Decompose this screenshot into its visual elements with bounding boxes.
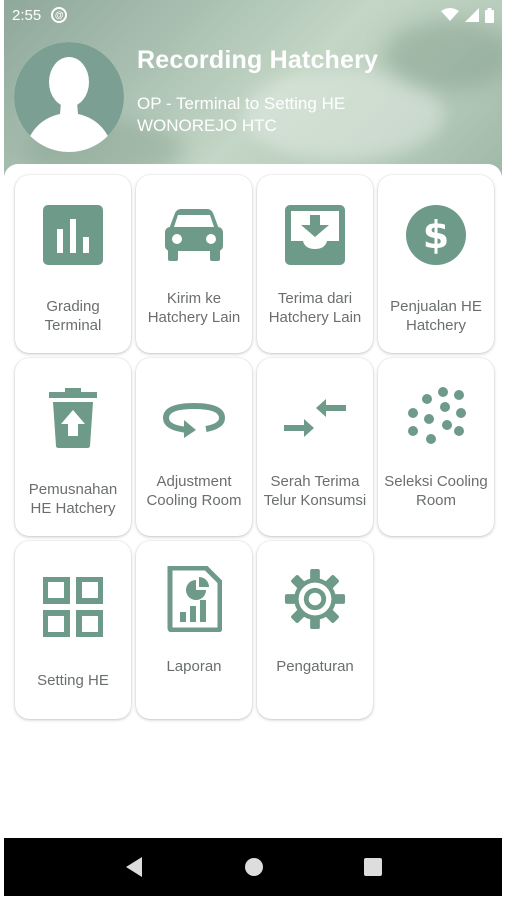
menu-item-label: Grading Terminal (44, 298, 102, 334)
menu-item-label: Pengaturan (276, 658, 354, 675)
home-icon[interactable] (244, 857, 264, 877)
grid-squares-icon (41, 575, 105, 639)
rotate-icon (162, 386, 226, 450)
menu-item-grading-terminal[interactable]: Grading Terminal (15, 175, 131, 353)
menu-item-label: Setting HE (37, 672, 109, 689)
system-navigation-bar (4, 838, 502, 896)
signal-icon (465, 8, 479, 22)
menu-item-label: Adjustment Cooling Room (146, 473, 242, 509)
bar-chart-icon (41, 203, 105, 267)
status-bar: 2:55 @ (0, 0, 506, 30)
wifi-icon (441, 8, 459, 21)
menu-item-kirim-ke-hatchery-lain[interactable]: Kirim ke Hatchery Lain (136, 175, 252, 353)
svg-text:$: $ (423, 213, 449, 257)
report-icon (162, 566, 226, 632)
menu-item-terima-dari-hatchery-lain[interactable]: Terima dari Hatchery Lain (257, 175, 373, 353)
menu-item-pengaturan[interactable]: Pengaturan (257, 541, 373, 719)
subtitle-line-2: WONOREJO HTC (137, 116, 277, 135)
menu-item-label: Laporan (166, 658, 222, 675)
menu-item-laporan[interactable]: Laporan (136, 541, 252, 719)
car-icon (162, 203, 226, 267)
dots-grid-icon (404, 386, 468, 450)
menu-item-setting-he[interactable]: Setting HE (15, 541, 131, 719)
avatar[interactable] (14, 42, 124, 152)
recents-icon[interactable] (364, 858, 382, 876)
menu-item-adjustment-cooling-room[interactable]: Adjustment Cooling Room (136, 358, 252, 536)
menu-item-label: Terima dari Hatchery Lain (268, 290, 362, 326)
menu-item-label: Serah Terima Telur Konsumsi (263, 473, 367, 509)
menu-item-serah-terima-telur-konsumsi[interactable]: Serah Terima Telur Konsumsi (257, 358, 373, 536)
page-title: Recording Hatchery (137, 46, 379, 74)
menu-item-pemusnahan-he-hatchery[interactable]: Pemusnahan HE Hatchery (15, 358, 131, 536)
compress-arrows-icon (283, 386, 347, 450)
menu-item-penjualan-he-hatchery[interactable]: $ Penjualan HE Hatchery (378, 175, 494, 353)
inbox-download-icon (283, 203, 347, 267)
app-screen: 2:55 @ Recording Hatchery OP - Terminal … (0, 0, 506, 900)
back-icon[interactable] (124, 856, 144, 878)
trash-upload-icon (41, 386, 105, 450)
status-time: 2:55 (12, 6, 42, 24)
menu-item-label: Penjualan HE Hatchery (390, 298, 482, 334)
menu-grid: Grading Terminal Kirim ke Hatchery Lain (15, 175, 497, 719)
page-subtitle: OP - Terminal to Setting HE WONOREJO HTC (137, 93, 345, 137)
menu-item-seleksi-cooling-room[interactable]: Seleksi Cooling Room (378, 358, 494, 536)
menu-item-label: Kirim ke Hatchery Lain (147, 290, 241, 326)
at-sign-icon: @ (51, 7, 68, 23)
menu-item-label: Seleksi Cooling Room (384, 473, 488, 509)
menu-item-label: Pemusnahan HE Hatchery (28, 481, 118, 517)
dollar-icon: $ (404, 203, 468, 267)
subtitle-line-1: OP - Terminal to Setting HE (137, 94, 346, 113)
user-silhouette-icon (14, 42, 124, 152)
gear-icon (283, 567, 347, 631)
battery-icon (485, 7, 494, 23)
